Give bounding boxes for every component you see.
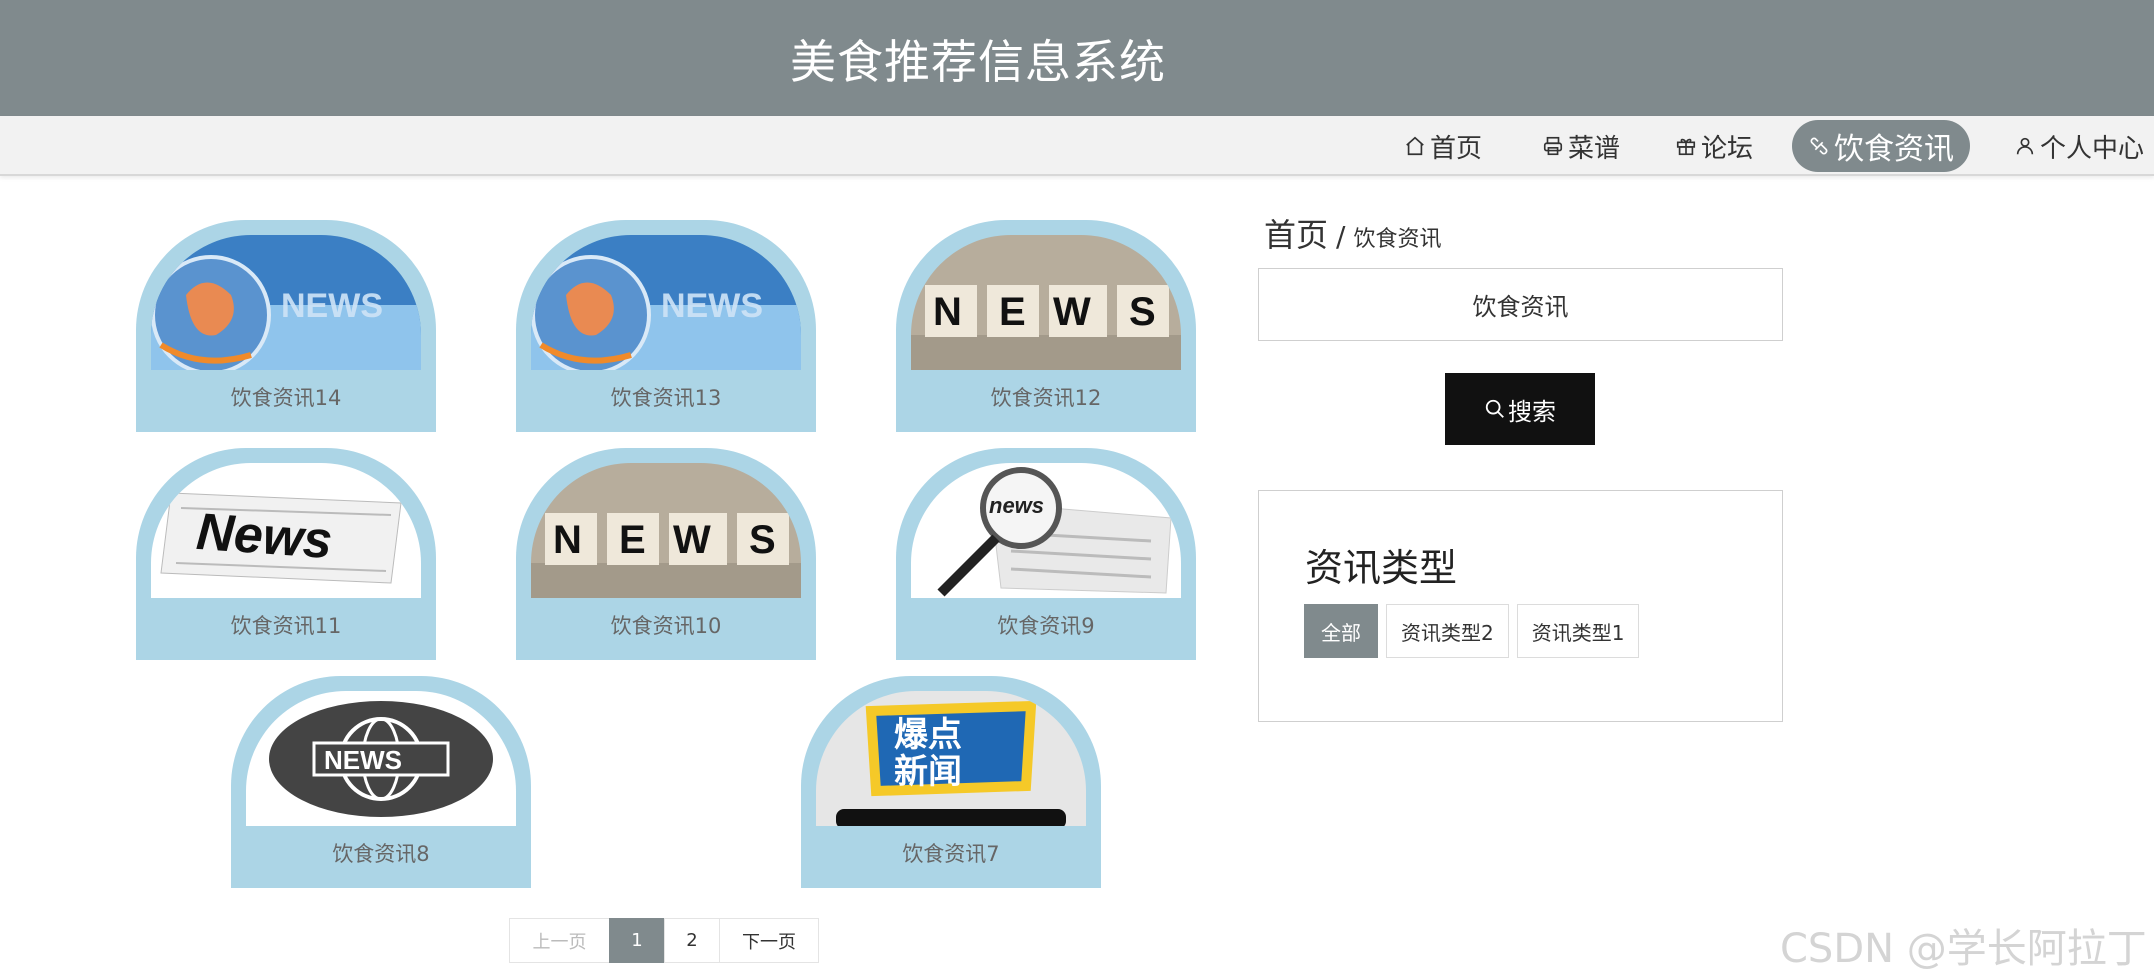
news-title: 饮食资讯14: [230, 386, 342, 410]
page-1-button[interactable]: 1: [609, 918, 665, 963]
news-image: News: [151, 463, 421, 598]
svg-text:S: S: [749, 518, 776, 562]
nav-item-forum[interactable]: 论坛: [1675, 120, 1753, 172]
nav-label: 个人中心: [2040, 133, 2145, 164]
type-tag-all[interactable]: 全部: [1304, 604, 1378, 658]
next-page-button[interactable]: 下一页: [719, 918, 819, 963]
home-icon: [1406, 136, 1424, 156]
news-title: 饮食资讯7: [902, 842, 1000, 866]
svg-text:News: News: [195, 503, 335, 570]
nav-label: 饮食资讯: [1834, 132, 1954, 167]
news-card[interactable]: 爆点 新闻 饮食资讯7: [801, 676, 1101, 888]
svg-text:N: N: [553, 518, 582, 562]
news-card[interactable]: news 饮食资讯9: [896, 448, 1196, 660]
site-title: 美食推荐信息系统: [790, 35, 1166, 89]
nav-item-recipes[interactable]: 菜谱: [1542, 120, 1620, 172]
watermark: CSDN @学长阿拉丁: [1780, 926, 2147, 972]
news-card[interactable]: N E W S 饮食资讯10: [516, 448, 816, 660]
breadcrumb-separator: /: [1336, 220, 1346, 253]
printer-icon: [1543, 136, 1563, 156]
news-card[interactable]: NEWS 饮食资讯8: [231, 676, 531, 888]
news-card[interactable]: NEWS 饮食资讯14: [136, 220, 436, 432]
type-tag-1[interactable]: 资讯类型1: [1516, 604, 1640, 658]
news-title: 饮食资讯8: [332, 842, 430, 866]
link-icon: [1810, 137, 1828, 155]
news-image: news: [911, 463, 1181, 598]
nav-item-home[interactable]: 首页: [1404, 120, 1482, 172]
nav-bar: 首页 菜谱 论坛 饮食资讯 个人中心: [0, 116, 2154, 176]
news-card[interactable]: N E W S 饮食资讯12: [896, 220, 1196, 432]
news-type-panel: 资讯类型 全部 资讯类型2 资讯类型1: [1258, 490, 1783, 722]
news-card[interactable]: NEWS 饮食资讯13: [516, 220, 816, 432]
news-image: N E W S: [531, 463, 801, 598]
svg-text:N: N: [933, 290, 962, 334]
svg-text:NEWS: NEWS: [324, 745, 402, 775]
news-title: 饮食资讯11: [230, 614, 342, 638]
search-icon: [1485, 399, 1504, 418]
breadcrumb: 首页 / 饮食资讯: [1264, 210, 1441, 256]
nav-label: 首页: [1430, 133, 1483, 164]
svg-text:NEWS: NEWS: [281, 287, 383, 325]
svg-text:S: S: [1129, 290, 1156, 334]
nav-item-profile[interactable]: 个人中心: [2014, 120, 2144, 172]
breadcrumb-current: 饮食资讯: [1353, 227, 1442, 252]
search-button[interactable]: 搜索: [1445, 373, 1595, 445]
news-title: 饮食资讯9: [997, 614, 1095, 638]
news-image: NEWS: [246, 691, 516, 826]
svg-text:W: W: [673, 518, 711, 562]
svg-text:news: news: [989, 493, 1044, 518]
user-icon: [2016, 137, 2034, 155]
svg-text:爆点: 爆点: [894, 715, 962, 755]
svg-text:E: E: [619, 518, 646, 562]
page-2-button[interactable]: 2: [664, 918, 720, 963]
news-image: N E W S: [911, 235, 1181, 370]
news-title: 饮食资讯12: [990, 386, 1102, 410]
nav-label: 菜谱: [1568, 133, 1621, 164]
news-image: 爆点 新闻: [816, 691, 1086, 826]
news-type-tags: 全部 资讯类型2 资讯类型1: [1304, 604, 1647, 658]
prev-page-button[interactable]: 上一页: [509, 918, 610, 963]
nav-item-food-news[interactable]: 饮食资讯: [1792, 120, 1970, 172]
news-title: 饮食资讯10: [610, 614, 722, 638]
svg-text:E: E: [999, 290, 1026, 334]
type-tag-2[interactable]: 资讯类型2: [1386, 604, 1509, 658]
pagination: 上一页 1 2 下一页: [509, 918, 819, 963]
svg-text:NEWS: NEWS: [661, 287, 763, 325]
gift-icon: [1676, 138, 1696, 156]
search-button-label: 搜索: [1508, 397, 1556, 426]
news-type-title: 资讯类型: [1305, 546, 1458, 590]
header-bar: 美食推荐信息系统: [0, 0, 2154, 116]
svg-text:W: W: [1053, 290, 1091, 334]
nav-label: 论坛: [1701, 133, 1754, 164]
search-input[interactable]: [1258, 268, 1783, 341]
news-card[interactable]: News 饮食资讯11: [136, 448, 436, 660]
svg-text:新闻: 新闻: [894, 752, 962, 792]
news-image: NEWS: [531, 235, 801, 370]
news-title: 饮食资讯13: [610, 386, 722, 410]
news-image: NEWS: [151, 235, 421, 370]
breadcrumb-home[interactable]: 首页: [1264, 210, 1328, 256]
